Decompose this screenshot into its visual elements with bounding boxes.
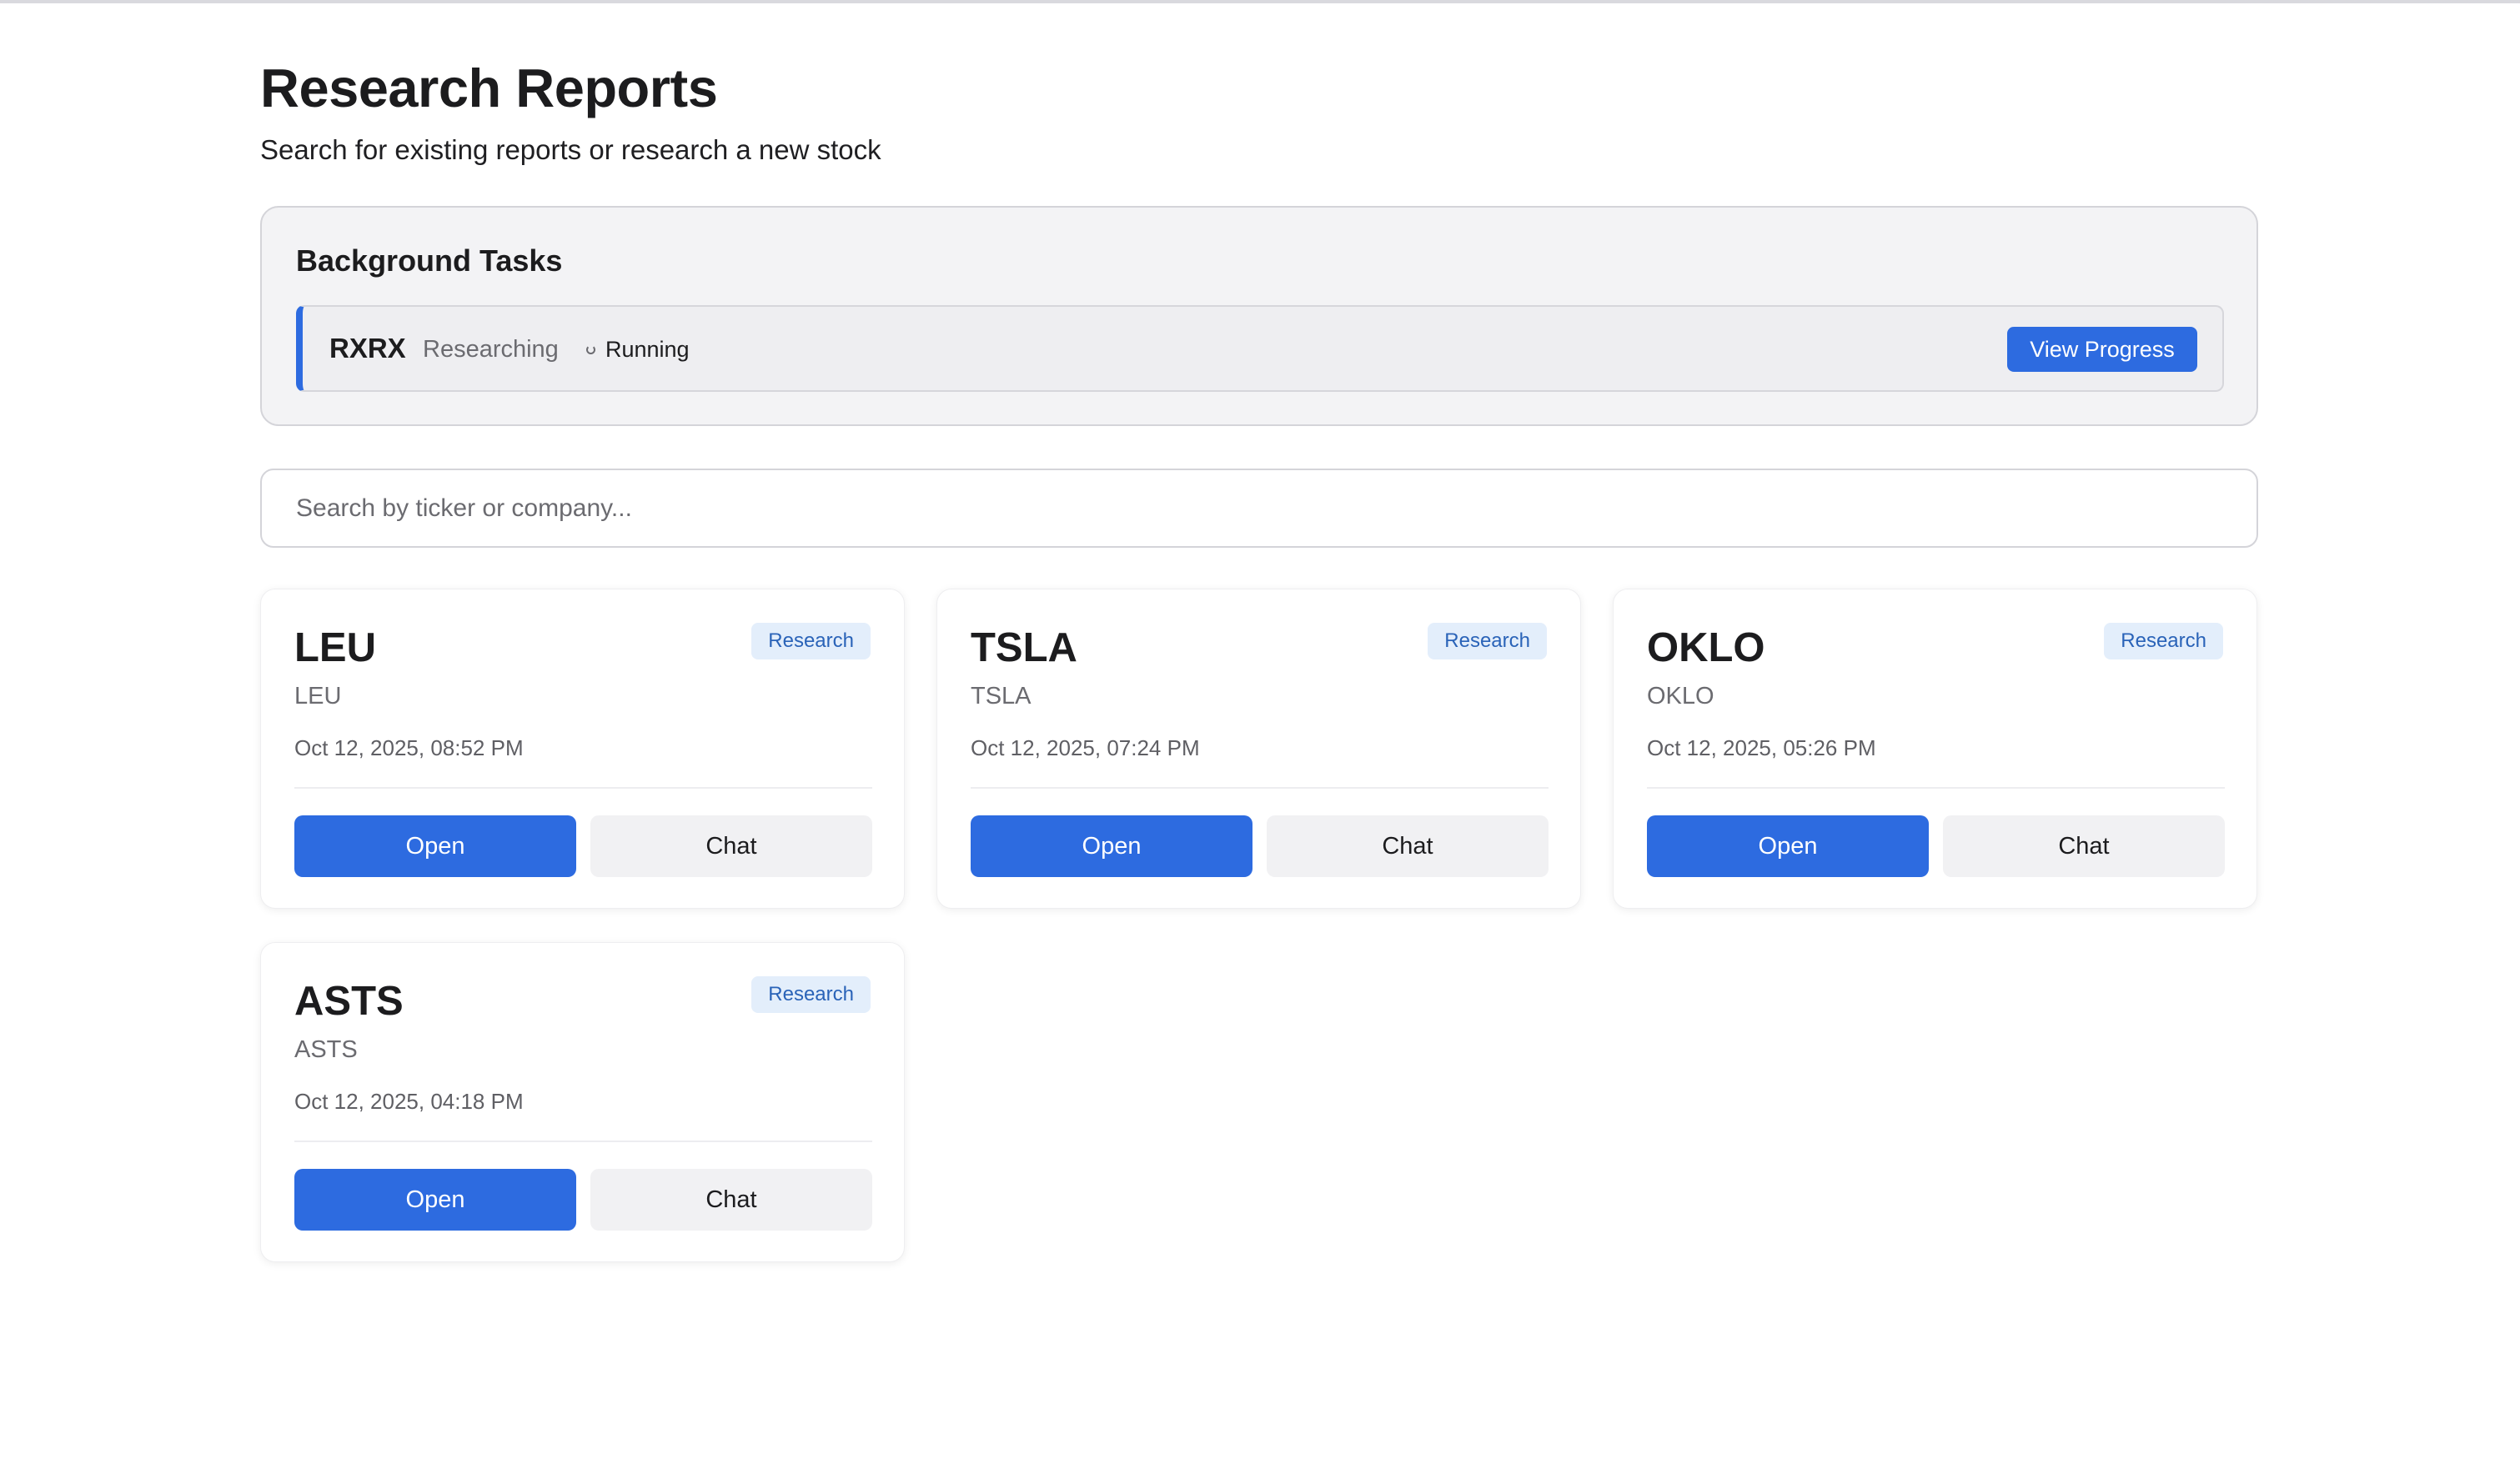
report-ticker: TSLA [971, 625, 1077, 670]
report-card: TSLA Research TSLA Oct 12, 2025, 07:24 P… [936, 589, 1581, 909]
report-company: TSLA [971, 683, 1032, 709]
report-ticker: LEU [294, 625, 376, 670]
report-type-badge: Research [2104, 623, 2223, 659]
top-divider [0, 0, 2520, 3]
task-activity: Researching [423, 336, 559, 363]
chat-report-button[interactable]: Chat [1943, 815, 2225, 877]
card-divider [294, 787, 872, 789]
chat-report-button[interactable]: Chat [1267, 815, 1549, 877]
task-status-label: Running [605, 337, 690, 362]
spinner-icon [586, 344, 595, 354]
open-report-button[interactable]: Open [294, 1169, 576, 1231]
report-card: ASTS Research ASTS Oct 12, 2025, 04:18 P… [260, 942, 905, 1262]
page-title: Research Reports [260, 58, 718, 118]
open-report-button[interactable]: Open [1647, 815, 1929, 877]
report-card: OKLO Research OKLO Oct 12, 2025, 05:26 P… [1613, 589, 2257, 909]
report-date: Oct 12, 2025, 04:18 PM [294, 1089, 524, 1114]
report-date: Oct 12, 2025, 05:26 PM [1647, 735, 1876, 760]
chat-report-button[interactable]: Chat [590, 1169, 872, 1231]
report-ticker: OKLO [1647, 625, 1765, 670]
card-divider [1647, 787, 2225, 789]
report-type-badge: Research [751, 623, 871, 659]
task-row: RXRX Researching Running View Progress [296, 305, 2224, 392]
task-ticker: RXRX [329, 333, 406, 363]
report-date: Oct 12, 2025, 08:52 PM [294, 735, 524, 760]
report-type-badge: Research [751, 976, 871, 1013]
chat-report-button[interactable]: Chat [590, 815, 872, 877]
card-divider [971, 787, 1549, 789]
report-company: LEU [294, 683, 342, 709]
report-type-badge: Research [1428, 623, 1547, 659]
report-ticker: ASTS [294, 979, 404, 1024]
report-company: OKLO [1647, 683, 1714, 709]
search-box [260, 469, 2258, 548]
open-report-button[interactable]: Open [294, 815, 576, 877]
report-company: ASTS [294, 1036, 358, 1063]
search-input[interactable] [264, 472, 2255, 544]
background-tasks-panel: Background Tasks RXRX Researching Runnin… [260, 206, 2258, 426]
view-progress-button[interactable]: View Progress [2007, 327, 2197, 372]
page-subtitle: Search for existing reports or research … [260, 134, 881, 165]
task-status: Running [586, 334, 690, 364]
report-date: Oct 12, 2025, 07:24 PM [971, 735, 1200, 760]
card-divider [294, 1141, 872, 1142]
open-report-button[interactable]: Open [971, 815, 1252, 877]
background-tasks-title: Background Tasks [296, 243, 563, 278]
report-card: LEU Research LEU Oct 12, 2025, 08:52 PM … [260, 589, 905, 909]
